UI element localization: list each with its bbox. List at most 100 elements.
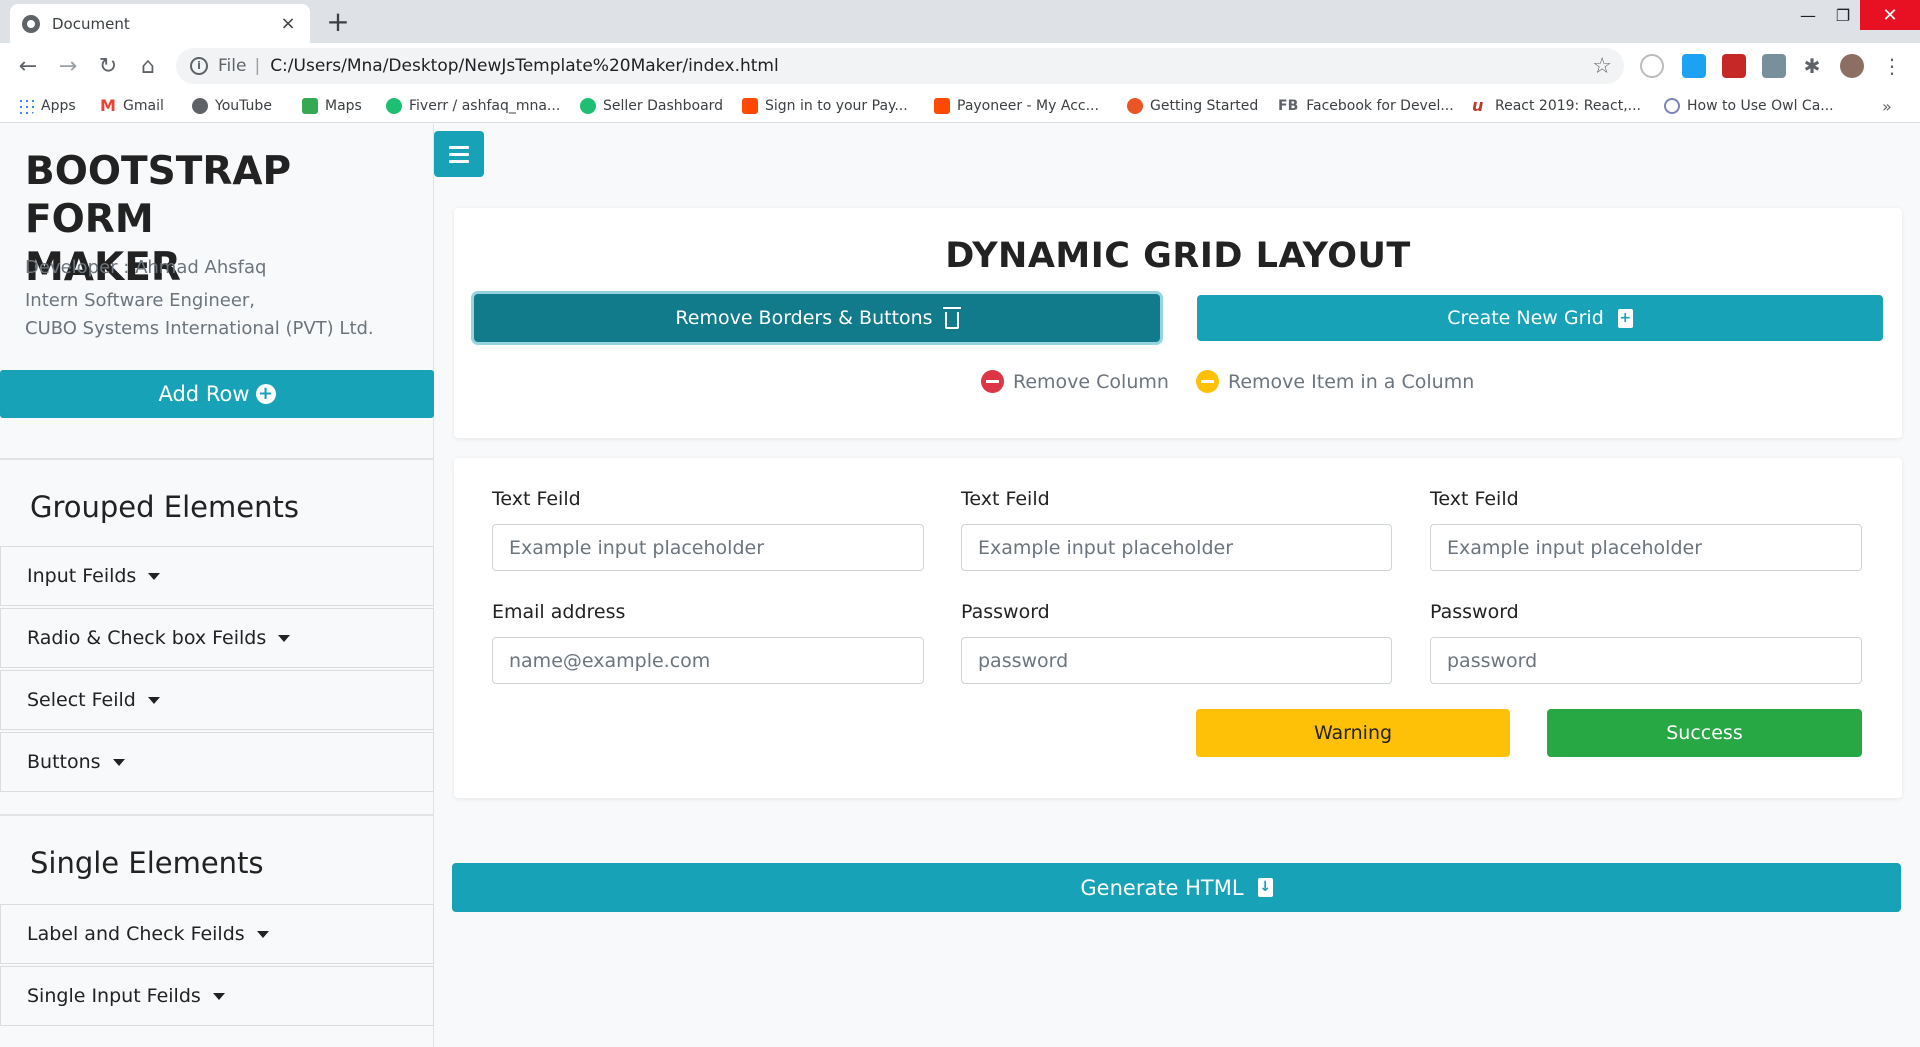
create-grid-label: Create New Grid <box>1447 307 1604 329</box>
bookmark-facebook-developers[interactable]: FB Facebook for Devel... <box>1278 95 1454 117</box>
forward-icon[interactable]: → <box>54 52 82 80</box>
remove-borders-button[interactable]: Remove Borders & Buttons <box>474 294 1160 342</box>
create-new-grid-button[interactable]: Create New Grid + <box>1197 295 1883 341</box>
accordion-label: Input Feilds <box>27 565 137 587</box>
accordion-buttons[interactable]: Buttons <box>0 732 434 792</box>
new-tab-button[interactable]: + <box>324 6 352 38</box>
grid-title: DYNAMIC GRID LAYOUT <box>945 236 1411 276</box>
warning-button[interactable]: Warning <box>1196 709 1510 757</box>
bookmark-owl-carousel[interactable]: How to Use Owl Ca... <box>1664 95 1834 117</box>
email-field[interactable] <box>492 637 924 684</box>
url-scheme: File <box>218 56 247 76</box>
bookmark-label: Facebook for Devel... <box>1306 98 1454 114</box>
accordion-single-input-fields[interactable]: Single Input Feilds <box>0 966 434 1026</box>
text-field-label: Text Feild <box>492 488 581 510</box>
payoneer-icon <box>934 98 950 114</box>
accordion-select-field[interactable]: Select Feild <box>0 670 434 730</box>
minus-circle-red-icon <box>981 370 1004 393</box>
brand-title-line1: BOOTSTRAP FORM <box>25 149 292 242</box>
extension-clock-icon[interactable] <box>1640 54 1664 78</box>
legend-remove-column: Remove Column <box>981 370 1169 393</box>
sidebar: BOOTSTRAP FORM MAKER Developer : Ahmad A… <box>0 124 434 1047</box>
accordion-input-fields[interactable]: Input Feilds <box>0 546 434 606</box>
text-field-input[interactable] <box>961 524 1392 571</box>
udemy-icon: u <box>1472 96 1484 115</box>
info-icon[interactable]: i <box>190 57 208 75</box>
gmail-icon: M <box>100 96 116 115</box>
extension-fb-icon[interactable] <box>1762 54 1786 78</box>
generate-html-button[interactable]: Generate HTML ↓ <box>452 863 1901 912</box>
auth0-icon <box>1127 98 1143 114</box>
bookmark-label: Gmail <box>123 98 164 114</box>
extension-translate-icon[interactable] <box>1682 54 1706 78</box>
home-icon[interactable]: ⌂ <box>134 52 162 80</box>
reload-icon[interactable]: ↻ <box>94 52 122 80</box>
trash-icon <box>942 306 961 329</box>
password-label: Password <box>1430 601 1519 623</box>
success-button[interactable]: Success <box>1547 709 1862 757</box>
bookmark-label: How to Use Owl Ca... <box>1687 98 1834 114</box>
bookmark-star-icon[interactable]: ☆ <box>1592 54 1612 79</box>
bookmark-getting-started[interactable]: Getting Started <box>1127 95 1258 117</box>
text-field-label: Text Feild <box>1430 488 1519 510</box>
bookmark-label: Fiverr / ashfaq_mna... <box>409 98 561 114</box>
hamburger-icon-bar <box>449 159 469 163</box>
bookmark-maps[interactable]: Maps <box>302 95 362 117</box>
single-elements-title: Single Elements <box>30 846 264 880</box>
globe-icon <box>22 14 40 33</box>
bookmark-seller-dashboard[interactable]: Seller Dashboard <box>580 95 723 117</box>
caret-down-icon <box>147 696 160 704</box>
bookmarks-overflow-icon[interactable]: » <box>1882 97 1892 116</box>
legend-remove-item: Remove Item in a Column <box>1196 370 1474 393</box>
bookmark-gmail[interactable]: M Gmail <box>100 95 164 117</box>
url-text[interactable]: C:/Users/Mna/Desktop/NewJsTemplate%20Mak… <box>270 56 1592 76</box>
browser-tab[interactable]: Document × <box>10 4 310 43</box>
caret-down-icon <box>212 992 225 1000</box>
accordion-label: Radio & Check box Feilds <box>27 627 267 649</box>
text-field-input[interactable] <box>492 524 924 571</box>
bookmark-payoneer-signin[interactable]: Sign in to your Pay... <box>742 95 908 117</box>
bookmark-youtube[interactable]: YouTube <box>192 95 272 117</box>
tab-close-icon[interactable]: × <box>278 13 298 34</box>
close-window-button[interactable]: ✕ <box>1860 0 1920 30</box>
payoneer-icon <box>742 98 758 114</box>
extension-chart-icon[interactable] <box>1722 54 1746 78</box>
browser-menu-icon[interactable]: ⋮ <box>1880 54 1904 78</box>
sidebar-toggle-button[interactable] <box>434 131 484 177</box>
caret-down-icon <box>148 572 161 580</box>
browser-toolbar: ← → ↻ ⌂ i File | C:/Users/Mna/Desktop/Ne… <box>0 43 1920 89</box>
accordion-radio-checkbox-fields[interactable]: Radio & Check box Feilds <box>0 608 434 668</box>
extensions-puzzle-icon[interactable]: ✱ <box>1800 54 1824 78</box>
generate-html-label: Generate HTML <box>1080 875 1244 900</box>
divider <box>0 458 434 460</box>
email-label: Email address <box>492 601 626 623</box>
bookmark-payoneer-account[interactable]: Payoneer - My Acc... <box>934 95 1099 117</box>
apps-grid-icon <box>18 98 34 114</box>
profile-avatar[interactable] <box>1840 54 1864 78</box>
legend-label: Remove Column <box>1013 370 1169 393</box>
bookmark-react-2019[interactable]: u React 2019: React,... <box>1472 95 1641 117</box>
text-field-input[interactable] <box>1430 524 1862 571</box>
owl-icon <box>1664 98 1680 114</box>
add-row-button[interactable]: Add Row + <box>0 370 434 418</box>
accordion-label: Select Feild <box>27 689 136 711</box>
file-plus-icon: + <box>1617 308 1633 328</box>
bookmark-fiverr[interactable]: Fiverr / ashfaq_mna... <box>386 95 560 117</box>
password-label: Password <box>961 601 1050 623</box>
password-field[interactable] <box>1430 637 1862 684</box>
file-download-icon: ↓ <box>1257 878 1273 897</box>
password-field[interactable] <box>961 637 1392 684</box>
maps-icon <box>302 98 318 114</box>
url-separator: | <box>254 56 261 76</box>
bookmark-apps[interactable]: Apps <box>18 95 76 117</box>
accordion-label: Single Input Feilds <box>27 985 201 1007</box>
fiverr-icon <box>580 98 596 114</box>
accordion-label-check-fields[interactable]: Label and Check Feilds <box>0 904 434 964</box>
fb-icon: FB <box>1278 98 1299 114</box>
grid-control-card: DYNAMIC GRID LAYOUT Remove Borders & But… <box>454 208 1902 438</box>
back-icon[interactable]: ← <box>14 52 42 80</box>
hamburger-icon-bar <box>449 152 469 156</box>
address-bar[interactable]: i File | C:/Users/Mna/Desktop/NewJsTempl… <box>176 48 1624 84</box>
fiverr-icon <box>386 98 402 114</box>
bookmark-label: Getting Started <box>1150 98 1259 114</box>
